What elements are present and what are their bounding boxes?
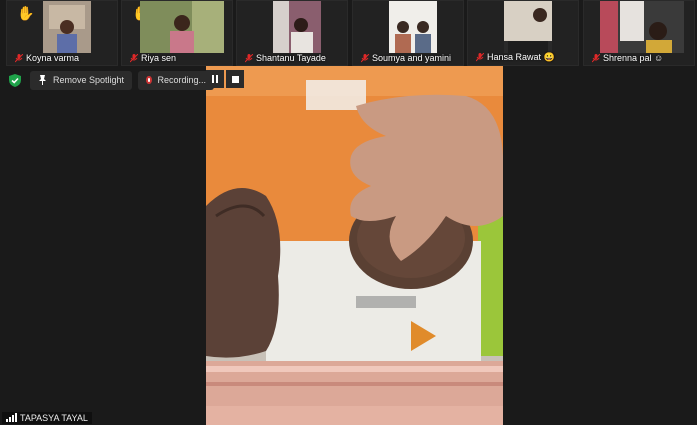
stop-recording-button[interactable] xyxy=(226,70,244,88)
pause-recording-button[interactable] xyxy=(206,70,224,88)
participant-strip: ✋ Koyna varma ✋ Riya sen xyxy=(0,0,697,66)
participant-tile[interactable]: Shantanu Tayade xyxy=(236,0,348,66)
mic-muted-icon xyxy=(476,53,484,62)
participant-name: Shantanu Tayade xyxy=(245,53,326,63)
participant-video xyxy=(600,1,684,53)
pin-icon xyxy=(39,75,46,85)
participant-video xyxy=(273,1,321,53)
mic-muted-icon xyxy=(592,53,600,62)
mic-muted-icon xyxy=(130,53,138,62)
recording-icon xyxy=(146,76,152,84)
mic-muted-icon xyxy=(245,53,253,62)
mic-muted-icon xyxy=(361,53,369,62)
participant-tile[interactable]: Hansa Rawat 😀 xyxy=(467,0,579,66)
spotlight-video xyxy=(206,66,503,425)
participant-video xyxy=(43,1,91,53)
speaker-name-tag: TAPASYA TAYAL xyxy=(2,412,92,424)
pause-icon xyxy=(212,75,218,83)
recording-indicator[interactable]: Recording... xyxy=(138,70,215,90)
signal-strength-icon xyxy=(6,413,17,422)
remove-spotlight-button[interactable]: Remove Spotlight xyxy=(30,70,133,90)
stop-icon xyxy=(231,75,239,83)
participant-tile[interactable]: Shrenna pal ☺ xyxy=(583,0,695,66)
participant-name: Hansa Rawat 😀 xyxy=(476,52,555,63)
participant-name: Koyna varma xyxy=(15,53,79,63)
participant-name: Soumya and yamini xyxy=(361,53,451,63)
recording-controls xyxy=(206,70,244,88)
participant-video xyxy=(389,1,437,53)
video-frame xyxy=(206,66,503,425)
participant-name: Riya sen xyxy=(130,53,176,63)
recording-label: Recording... xyxy=(157,75,207,85)
participant-video xyxy=(504,1,552,53)
participant-tile[interactable]: Soumya and yamini xyxy=(352,0,464,66)
remove-spotlight-label: Remove Spotlight xyxy=(53,75,125,85)
participant-tile[interactable]: ✋ Riya sen xyxy=(121,0,233,66)
raised-hand-icon: ✋ xyxy=(17,5,35,21)
participant-tile[interactable]: ✋ Koyna varma xyxy=(6,0,118,66)
participant-video xyxy=(140,1,224,53)
speaker-name: TAPASYA TAYAL xyxy=(20,413,88,423)
top-toolbar: Remove Spotlight Recording... xyxy=(6,70,215,90)
participant-name: Shrenna pal ☺ xyxy=(592,53,663,63)
security-shield-icon[interactable] xyxy=(6,71,24,89)
mic-muted-icon xyxy=(15,53,23,62)
